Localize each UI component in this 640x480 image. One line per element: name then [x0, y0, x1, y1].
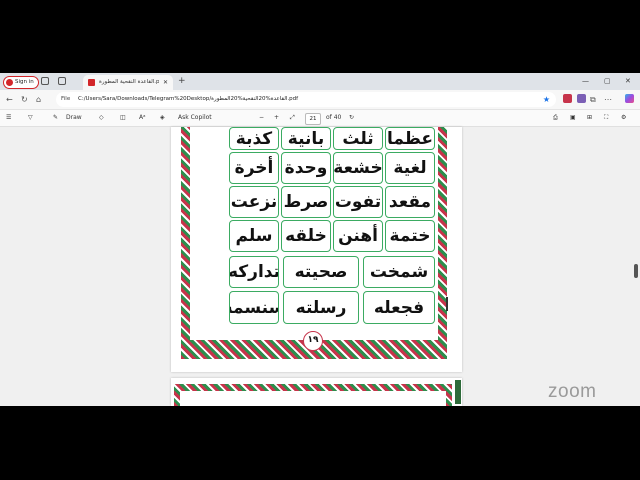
zoom-in-button[interactable]: +: [274, 110, 279, 126]
word-cell: تداركه: [229, 256, 279, 288]
profile-avatar-icon: [6, 79, 13, 86]
page-number-badge: ١٩: [303, 331, 323, 351]
pdf-toolbar: ☰ ▽ ✎ Draw ◇ ◫ Aᵃ ◈ Ask Copilot − + ⤢ 21…: [0, 110, 640, 127]
save-icon[interactable]: ▣: [570, 110, 576, 126]
word-cell: عظما: [385, 127, 435, 150]
word-cell: خشعة: [333, 152, 383, 184]
zoom-watermark: zoom: [548, 381, 597, 402]
tab-strip: Sign in القاعدة النقحية المطورة.pdf ✕ + …: [0, 73, 640, 90]
refresh-icon[interactable]: ↻: [21, 92, 28, 107]
sign-in-label: Sign in: [15, 79, 34, 85]
rotate-icon[interactable]: ↻: [349, 110, 354, 126]
tab-pdf[interactable]: القاعدة النقحية المطورة.pdf ✕: [83, 75, 173, 90]
word-cell: بانية: [281, 127, 331, 150]
word-cell: كذبة: [229, 127, 279, 150]
page-content: عظما ثلث بانية كذبة لغية خشعة وحدة أخرة …: [190, 127, 438, 340]
print-icon[interactable]: ⎙: [553, 110, 558, 126]
vertical-scrollbar[interactable]: [634, 127, 638, 406]
word-cell: صحيته: [283, 256, 359, 288]
home-icon[interactable]: ⌂: [36, 92, 41, 107]
pdf-file-icon: [88, 79, 95, 86]
word-cell: خلقه: [281, 220, 331, 252]
ask-copilot-button[interactable]: Ask Copilot: [178, 110, 212, 126]
pdf-page: عظما ثلث بانية كذبة لغية خشعة وحدة أخرة …: [171, 127, 462, 372]
copilot-small-icon[interactable]: ◈: [160, 110, 165, 126]
save-as-icon[interactable]: ⊞: [587, 110, 592, 126]
word-cell: أهنن: [333, 220, 383, 252]
address-bar-row: ← ↻ ⌂ File C:/Users/Sara/Downloads/Teleg…: [0, 90, 640, 110]
tab-title: القاعدة النقحية المطورة.pdf: [99, 79, 159, 85]
word-cell: تفوت: [333, 186, 383, 218]
decorative-bar: [455, 380, 461, 404]
browser-window: Sign in القاعدة النقحية المطورة.pdf ✕ + …: [0, 73, 640, 406]
copilot-icon[interactable]: [625, 94, 634, 103]
word-cell: لغية: [385, 152, 435, 184]
word-cell: صرط: [281, 186, 331, 218]
word-cell: مقعد: [385, 186, 435, 218]
more-options-icon[interactable]: ⋯: [604, 92, 612, 107]
word-cell: سلم: [229, 220, 279, 252]
zoom-out-button[interactable]: −: [259, 110, 264, 126]
word-cell: ثلث: [333, 127, 383, 150]
word-cell: ختمة: [385, 220, 435, 252]
word-cell: أخرة: [229, 152, 279, 184]
draw-icon[interactable]: ✎: [53, 110, 58, 126]
word-cell: وحدة: [281, 152, 331, 184]
pdf-viewer[interactable]: عظما ثلث بانية كذبة لغية خشعة وحدة أخرة …: [0, 127, 640, 406]
close-tab-icon[interactable]: ✕: [163, 75, 168, 90]
word-cell: رسلته: [283, 291, 359, 324]
back-arrow-icon[interactable]: ←: [6, 92, 13, 107]
contents-icon[interactable]: ☰: [6, 110, 11, 126]
word-cell: شمخت: [363, 256, 435, 288]
fullscreen-icon[interactable]: ⛶: [604, 110, 608, 126]
file-scheme-label: File: [61, 96, 71, 102]
tab-actions-icon[interactable]: [58, 77, 66, 85]
decorative-border: عظما ثلث بانية كذبة لغية خشعة وحدة أخرة …: [181, 127, 447, 359]
word-cell: فجعله: [363, 291, 435, 324]
settings-gear-icon[interactable]: ⚙: [621, 110, 626, 126]
fit-page-icon[interactable]: ⤢: [290, 110, 295, 126]
eraser-icon[interactable]: ◇: [99, 110, 104, 126]
sign-in-button[interactable]: Sign in: [3, 76, 39, 89]
read-aloud-icon[interactable]: Aᵃ: [139, 110, 145, 126]
workspaces-icon[interactable]: [41, 77, 49, 85]
word-cell: نزعت: [229, 186, 279, 218]
favorite-star-icon[interactable]: ★: [543, 92, 550, 107]
text-cursor-icon: [446, 297, 448, 311]
close-window-icon[interactable]: ✕: [625, 73, 631, 90]
maximize-icon[interactable]: ▢: [604, 73, 611, 90]
page-view-icon[interactable]: ◫: [120, 110, 126, 126]
page-number-input[interactable]: 21: [305, 113, 321, 125]
collections-icon[interactable]: [577, 94, 586, 103]
draw-button[interactable]: Draw: [66, 110, 82, 126]
url-text[interactable]: C:/Users/Sara/Downloads/Telegram%20Deskt…: [78, 92, 298, 107]
new-tab-icon[interactable]: +: [178, 75, 186, 88]
word-cell: سنسمه: [229, 291, 279, 324]
minimize-icon[interactable]: —: [582, 73, 589, 90]
next-pdf-page: [171, 378, 462, 406]
page-total-label: of 40: [326, 114, 342, 121]
extension-icon[interactable]: [563, 94, 572, 103]
highlight-icon[interactable]: ▽: [28, 110, 33, 126]
address-bar[interactable]: File C:/Users/Sara/Downloads/Telegram%20…: [56, 92, 556, 107]
scrollbar-thumb[interactable]: [634, 264, 638, 278]
decorative-border: [174, 384, 452, 406]
split-screen-icon[interactable]: ⧉: [590, 92, 596, 107]
